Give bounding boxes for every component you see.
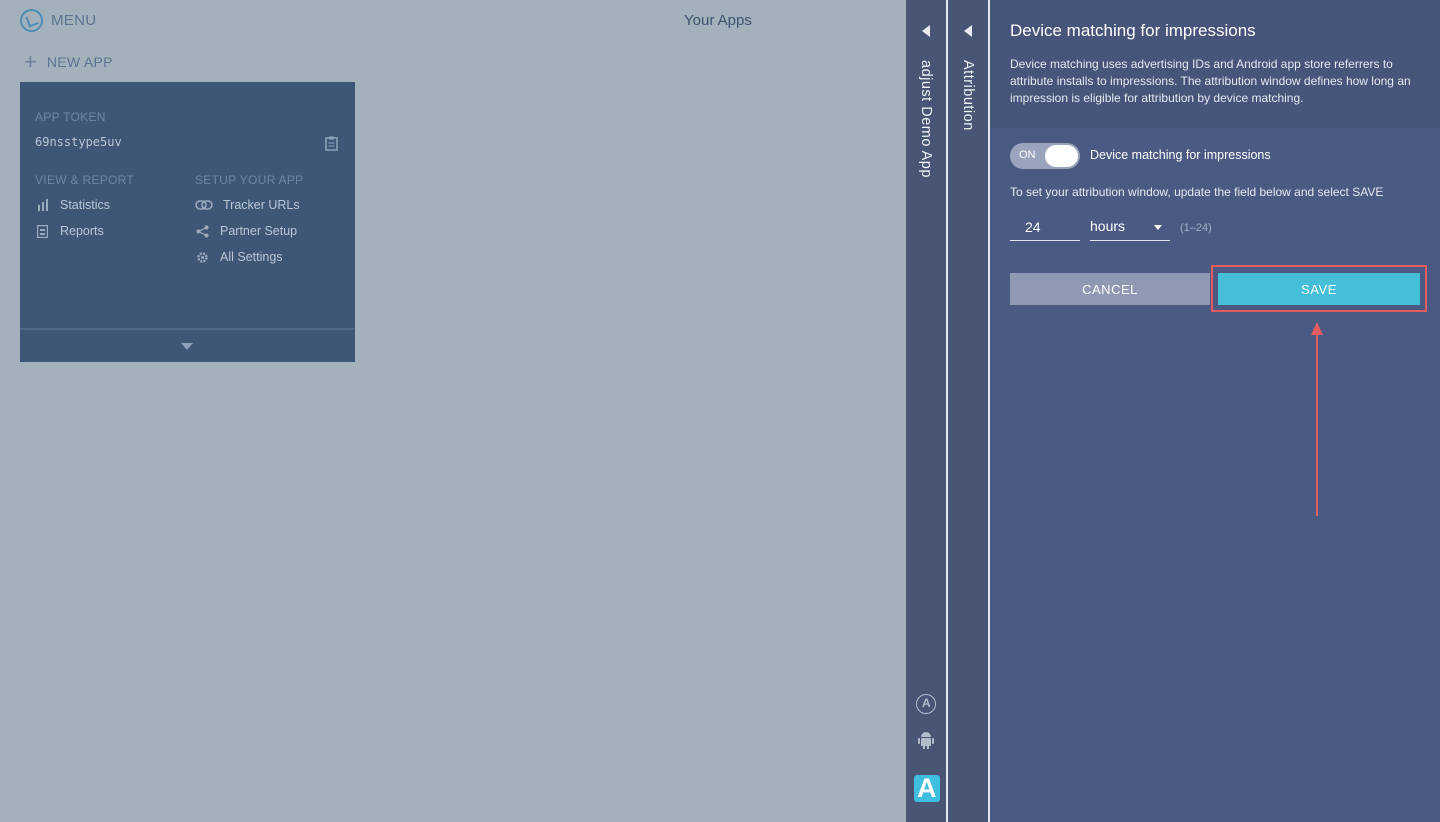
panel-description: Device matching uses advertising IDs and… bbox=[1010, 57, 1411, 105]
range-hint: (1–24) bbox=[1180, 222, 1212, 234]
cancel-button[interactable]: CANCEL bbox=[1010, 273, 1210, 305]
app-token-label: APP TOKEN bbox=[35, 110, 106, 124]
annotation-arrow-line bbox=[1316, 334, 1318, 516]
instruction-text: To set your attribution window, update t… bbox=[1010, 185, 1384, 199]
top-bar: MENU Your Apps bbox=[0, 0, 906, 42]
reports-link[interactable]: Reports bbox=[35, 224, 104, 238]
toggle-label: Device matching for impressions bbox=[1090, 148, 1271, 162]
section-strip: Attribution bbox=[948, 0, 988, 822]
settings-panel: Device matching for impressions Device m… bbox=[990, 0, 1440, 822]
new-app-button[interactable]: + NEW APP bbox=[24, 49, 113, 74]
view-report-label: VIEW & REPORT bbox=[35, 173, 135, 187]
page-title: Your Apps bbox=[684, 12, 752, 29]
caret-down-icon bbox=[1154, 225, 1162, 230]
all-settings-label: All Settings bbox=[220, 250, 283, 264]
link-icon bbox=[195, 198, 213, 212]
all-settings-link[interactable]: All Settings bbox=[195, 250, 283, 264]
expand-chevron-icon[interactable] bbox=[181, 343, 193, 350]
plus-icon: + bbox=[24, 49, 37, 74]
collapse-arrow-icon[interactable] bbox=[922, 25, 930, 37]
partner-setup-link[interactable]: Partner Setup bbox=[195, 224, 297, 238]
app-name-label: adjust Demo App bbox=[918, 60, 934, 178]
report-icon bbox=[35, 224, 50, 238]
panel-title: Device matching for impressions bbox=[1010, 21, 1256, 40]
app-card: APP TOKEN 69nsstype5uv VIEW & REPORT SET… bbox=[20, 82, 355, 362]
collapse-arrow-icon[interactable] bbox=[964, 25, 972, 37]
unit-value: hours bbox=[1090, 218, 1126, 234]
section-label: Attribution bbox=[960, 60, 976, 131]
partner-setup-label: Partner Setup bbox=[220, 224, 298, 238]
share-icon bbox=[195, 224, 210, 238]
attribution-window-input[interactable] bbox=[1010, 213, 1080, 241]
toggle-knob bbox=[1045, 145, 1078, 167]
gear-icon bbox=[195, 250, 210, 264]
bar-chart-icon bbox=[35, 198, 50, 212]
app-token-value: 69nsstype5uv bbox=[35, 135, 122, 149]
reports-label: Reports bbox=[60, 224, 104, 238]
menu-label: MENU bbox=[51, 12, 97, 29]
unit-select[interactable]: hours bbox=[1090, 213, 1170, 241]
setup-app-label: SETUP YOUR APP bbox=[195, 173, 304, 187]
card-footer bbox=[20, 328, 355, 362]
new-app-label: NEW APP bbox=[46, 54, 113, 70]
android-icon[interactable] bbox=[916, 729, 936, 749]
toggle-state: ON bbox=[1019, 149, 1036, 161]
adjust-logo[interactable]: A bbox=[914, 773, 940, 803]
tracker-urls-link[interactable]: Tracker URLs bbox=[195, 198, 300, 212]
menu-button[interactable]: MENU bbox=[20, 9, 96, 32]
tracker-urls-label: Tracker URLs bbox=[223, 198, 300, 212]
device-matching-toggle[interactable]: ON bbox=[1010, 143, 1080, 169]
statistics-link[interactable]: Statistics bbox=[35, 198, 110, 212]
app-store-icon[interactable] bbox=[916, 694, 936, 714]
app-strip: adjust Demo App bbox=[906, 0, 946, 822]
panel-header: Device matching for impressions Device m… bbox=[990, 0, 1440, 128]
adjust-logo-icon bbox=[20, 9, 43, 32]
statistics-label: Statistics bbox=[60, 198, 111, 212]
logo-letter: A bbox=[917, 773, 937, 803]
save-button[interactable]: SAVE bbox=[1218, 273, 1420, 305]
clipboard-icon[interactable] bbox=[325, 136, 338, 151]
